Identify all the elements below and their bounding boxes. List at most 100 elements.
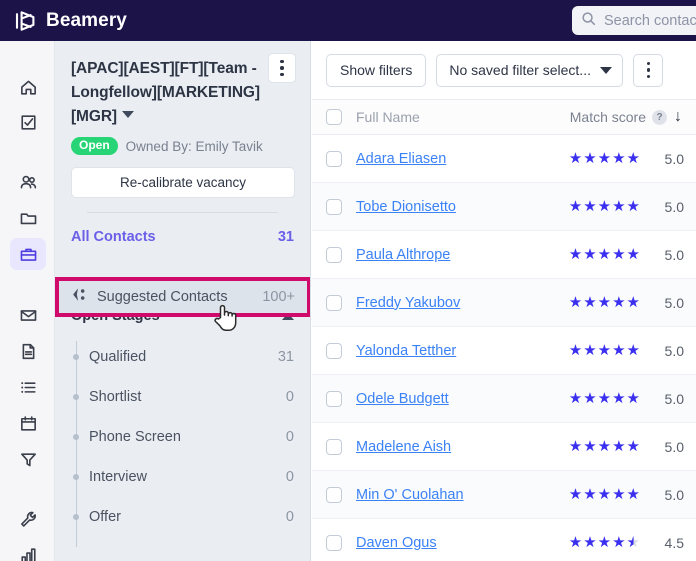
contacts-more-button[interactable] [633, 53, 664, 87]
contact-name-link[interactable]: Min O' Cuolahan [356, 487, 569, 503]
rail-item-settings[interactable] [10, 503, 46, 535]
stage-dot-icon [73, 394, 79, 400]
table-row[interactable]: Daven Ogus ★ ★ ★ ★ ★ 4.5 [312, 519, 696, 561]
table-row[interactable]: Min O' Cuolahan ★ ★ ★ ★ ★ 5.0 [312, 471, 696, 519]
match-score-value: 5.0 [664, 438, 684, 455]
contact-name-link[interactable]: Madelene Aish [356, 439, 569, 455]
contact-name-link[interactable]: Yalonda Tetther [356, 343, 569, 359]
stage-dot-icon [73, 474, 79, 480]
stage-count: 0 [285, 389, 294, 405]
contact-name-link[interactable]: Freddy Yakubov [356, 295, 569, 311]
more-vertical-icon-dot [280, 72, 284, 77]
help-icon[interactable]: ? [652, 109, 667, 125]
contact-name-link[interactable]: Daven Ogus [356, 535, 569, 551]
row-checkbox[interactable] [312, 486, 356, 503]
rail-item-lists[interactable] [10, 371, 46, 403]
rail-item-analytics[interactable] [10, 539, 46, 561]
table-row[interactable]: Adara Eliasen ★ ★ ★ ★ ★ 5.0 [312, 135, 696, 183]
star-icon: ★ [597, 198, 612, 215]
rail-item-calendar[interactable] [10, 407, 46, 439]
checkbox-box [326, 438, 342, 455]
stage-name: Interview [89, 469, 148, 485]
row-checkbox[interactable] [312, 198, 356, 215]
star-icon: ★ [583, 150, 597, 167]
stage-row[interactable]: Qualified 31 [55, 337, 310, 377]
table-row[interactable]: Odele Budgett ★ ★ ★ ★ ★ 5.0 [312, 375, 696, 423]
sidebar-item-suggested-contacts[interactable]: Suggested Contacts 100+ [59, 281, 307, 313]
stage-dot-icon [73, 354, 79, 360]
row-checkbox[interactable] [312, 438, 356, 455]
status-badge: Open [71, 137, 118, 155]
table-row[interactable]: Paula Althrope ★ ★ ★ ★ ★ 5.0 [312, 231, 696, 279]
app-root: Beamery Search contacts [APAC][AEST][FT]… [0, 0, 696, 561]
briefcase-icon [19, 245, 38, 264]
stage-row[interactable]: Phone Screen 0 [55, 417, 310, 457]
vacancy-title[interactable]: [APAC][AEST][FT][Team - Longfellow][MARK… [71, 57, 263, 129]
table-header: Full Name Match score ? ↓ [312, 99, 696, 135]
search-input[interactable]: Search contacts [572, 6, 696, 35]
rail-item-messages[interactable] [10, 299, 46, 331]
stage-name: Qualified [89, 349, 147, 365]
bar-chart-icon [19, 546, 38, 561]
more-vertical-icon-dot [646, 74, 651, 79]
row-checkbox[interactable] [312, 534, 356, 551]
saved-filter-select[interactable]: No saved filter select... [436, 53, 624, 87]
show-filters-button[interactable]: Show filters [326, 53, 427, 87]
row-checkbox[interactable] [312, 150, 356, 167]
saved-filter-value: No saved filter select... [449, 62, 591, 78]
rail-item-pipelines[interactable] [10, 443, 46, 475]
chevron-down-icon[interactable] [122, 111, 134, 118]
star-icon: ★ [568, 198, 583, 215]
row-checkbox[interactable] [312, 246, 356, 263]
match-score-stars: ★ ★ ★ ★ ★ [569, 343, 640, 358]
star-icon: ★ [597, 342, 612, 359]
star-icon: ★ [597, 486, 612, 503]
rail-item-projects[interactable] [10, 202, 46, 234]
checkbox-box [326, 390, 342, 407]
suggested-contacts-label: Suggested Contacts [97, 289, 228, 305]
star-icon: ★ [583, 294, 597, 311]
rail-item-documents[interactable] [10, 335, 46, 367]
star-icon: ★ [612, 486, 626, 503]
rail-item-contacts[interactable] [10, 166, 46, 198]
contact-name-link[interactable]: Paula Althrope [356, 247, 569, 263]
table-row[interactable]: Madelene Aish ★ ★ ★ ★ ★ 5.0 [312, 423, 696, 471]
star-icon: ★ [626, 342, 640, 359]
star-icon: ★ [583, 438, 597, 455]
table-row[interactable]: Freddy Yakubov ★ ★ ★ ★ ★ 5.0 [312, 279, 696, 327]
stage-count: 0 [285, 469, 294, 485]
rail-item-home[interactable] [10, 71, 46, 103]
brand[interactable]: Beamery [14, 9, 127, 33]
panel-divider [87, 212, 278, 213]
stage-dot-icon [73, 434, 79, 440]
stage-row[interactable]: Offer 0 [55, 497, 310, 537]
rail-item-tasks[interactable] [10, 106, 46, 138]
sidebar-item-all-contacts[interactable]: All Contacts 31 [55, 219, 310, 255]
contact-name-link[interactable]: Odele Budgett [356, 391, 569, 407]
select-all-checkbox[interactable] [312, 109, 356, 125]
brand-name: Beamery [46, 9, 127, 31]
contact-name-link[interactable]: Tobe Dionisetto [356, 199, 569, 215]
sort-descending-icon[interactable]: ↓ [674, 109, 682, 125]
recalibrate-vacancy-button[interactable]: Re-calibrate vacancy [71, 167, 295, 198]
all-contacts-count: 31 [277, 229, 294, 245]
row-checkbox[interactable] [312, 342, 356, 359]
row-checkbox[interactable] [312, 294, 356, 311]
mail-icon [19, 306, 38, 325]
rail-item-vacancies[interactable] [10, 238, 46, 270]
contact-name-link[interactable]: Adara Eliasen [356, 151, 569, 167]
stage-name: Shortlist [89, 389, 142, 405]
checkbox-box [326, 198, 342, 215]
vacancy-more-button[interactable] [268, 53, 296, 83]
stage-row[interactable]: Interview 0 [55, 457, 310, 497]
column-header-full-name[interactable]: Full Name [356, 109, 570, 125]
table-row[interactable]: Yalonda Tetther ★ ★ ★ ★ ★ 5.0 [312, 327, 696, 375]
row-checkbox[interactable] [312, 390, 356, 407]
table-row[interactable]: Tobe Dionisetto ★ ★ ★ ★ ★ 5.0 [312, 183, 696, 231]
checkbox-box [326, 342, 342, 359]
stage-row[interactable]: Shortlist 0 [55, 377, 310, 417]
star-icon: ★ [612, 198, 626, 215]
checkbox-box [326, 486, 342, 503]
match-score-value: 5.0 [664, 342, 684, 359]
column-header-match-score[interactable]: Match score [570, 109, 646, 125]
